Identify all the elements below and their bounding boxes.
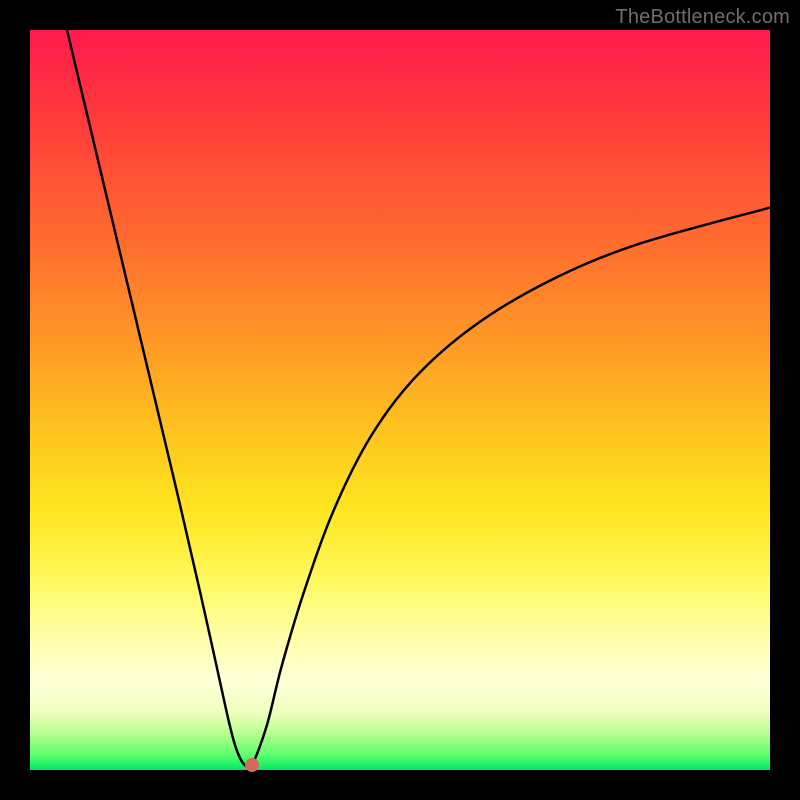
- bottleneck-curve: [30, 30, 770, 770]
- plot-area: [30, 30, 770, 770]
- watermark-text: TheBottleneck.com: [615, 6, 790, 29]
- minimum-marker: [245, 758, 259, 772]
